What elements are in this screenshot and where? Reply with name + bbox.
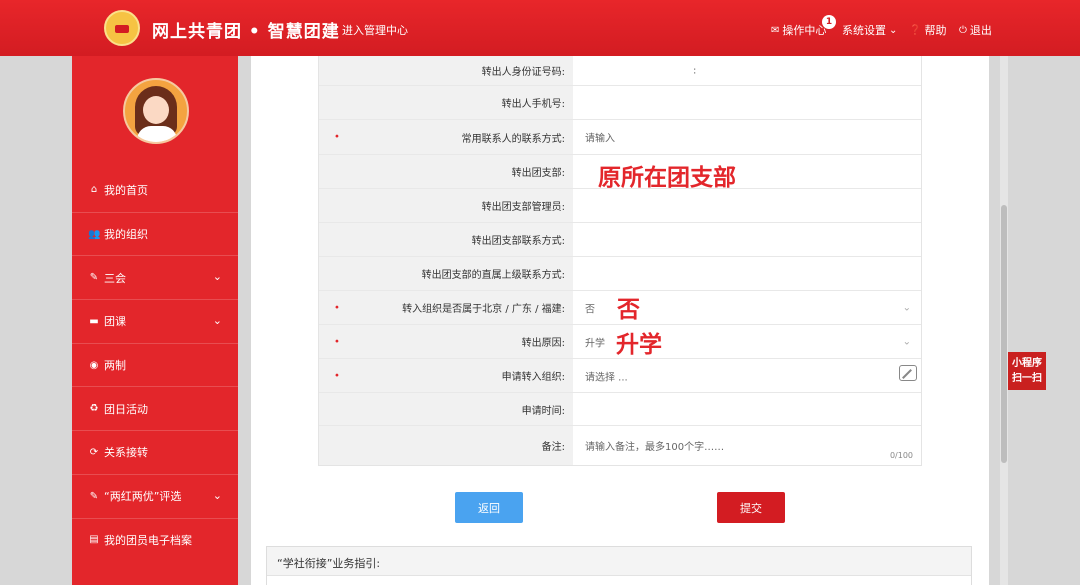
required-marker: • bbox=[334, 336, 340, 347]
circle-icon: ◉ bbox=[89, 359, 99, 371]
field-label: 转入组织是否属于北京 / 广东 / 福建: bbox=[319, 291, 573, 324]
form-row-superior-contact: 转出团支部的直属上级联系方式: bbox=[319, 257, 921, 291]
field-label: 备注: bbox=[319, 426, 573, 465]
back-button[interactable]: 返回 bbox=[455, 492, 523, 523]
mini-program-button[interactable]: 小程序 扫一扫 bbox=[1008, 352, 1046, 390]
sidebar-item-awards[interactable]: ✎ “两红两优”评选 ⌄ bbox=[72, 473, 238, 518]
sidebar-item-home[interactable]: ⌂ 我的首页 bbox=[72, 168, 238, 212]
settings-label: 系统设置 bbox=[842, 24, 886, 37]
form-row-contact: 常用联系人的联系方式: • 请输入 bbox=[319, 120, 921, 155]
users-icon: 👥 bbox=[88, 228, 101, 240]
scrollbar-thumb[interactable] bbox=[1001, 205, 1007, 463]
mini-program-line2: 扫一扫 bbox=[1012, 373, 1042, 384]
form-row-branch-contact: 转出团支部联系方式: bbox=[319, 223, 921, 257]
field-label: 申请转入组织: bbox=[319, 359, 573, 392]
chevron-down-icon: ⌄ bbox=[212, 488, 222, 502]
help-icon: ❓ bbox=[909, 24, 922, 36]
required-marker: • bbox=[334, 370, 340, 381]
field-label: 转出团支部的直属上级联系方式: bbox=[319, 257, 573, 290]
sidebar-item-archive[interactable]: ▤ 我的团员电子档案 bbox=[72, 517, 238, 562]
field-label: 转出原因: bbox=[319, 325, 573, 358]
required-marker: • bbox=[334, 302, 340, 313]
sidebar-item-organization[interactable]: 👥 我的组织 bbox=[72, 211, 238, 256]
transfer-form: 转出人身份证号码: : 转出人手机号: 常用联系人的联系方式: • 请输入 转出… bbox=[318, 56, 922, 466]
sidebar-item-meetings[interactable]: ✎ 三会 ⌄ bbox=[72, 255, 238, 299]
field-label: 转出人身份证号码: bbox=[319, 56, 573, 85]
annotation-reason: 升学 bbox=[616, 332, 662, 358]
sidebar-item-transfer[interactable]: ⟳ 关系接转 bbox=[72, 430, 238, 474]
sidebar-nav: ⌂ 我的首页 👥 我的组织 ✎ 三会 ⌄ ▬ 团课 ⌄ ◉ 两制 ♻ 团日活动 … bbox=[72, 168, 238, 561]
folder-icon: ▬ bbox=[89, 315, 99, 327]
avatar[interactable] bbox=[123, 78, 189, 144]
help-link[interactable]: ❓ 帮助 bbox=[909, 22, 946, 38]
form-row-phone: 转出人手机号: bbox=[319, 86, 921, 120]
field-label: 转出人手机号: bbox=[319, 86, 573, 119]
recycle-icon: ♻ bbox=[89, 403, 99, 415]
field-label: 常用联系人的联系方式: bbox=[319, 120, 573, 154]
sidebar-item-label: 我的团员电子档案 bbox=[104, 533, 192, 547]
sidebar-item-label: 关系接转 bbox=[104, 446, 148, 460]
target-org-select[interactable]: 请选择 ... bbox=[585, 368, 628, 383]
chevron-down-icon: ⌄ bbox=[212, 314, 222, 328]
field-label: 转出团支部联系方式: bbox=[319, 223, 573, 256]
home-icon: ⌂ bbox=[90, 184, 98, 196]
field-label: 转出团支部: bbox=[319, 155, 573, 188]
sidebar-item-label: 我的首页 bbox=[104, 183, 148, 197]
annotation-branch: 原所在团支部 bbox=[598, 165, 736, 191]
top-header: 网上共青团 • 智慧团建 进入管理中心 ✉ 操作中心 1 系统设置 ⌄ ❓ 帮助… bbox=[0, 0, 1080, 56]
edit-icon: ✎ bbox=[89, 490, 99, 502]
form-row-date: 申请时间: bbox=[319, 393, 921, 426]
chevron-down-icon: ⌄ bbox=[212, 270, 222, 284]
remark-counter: 0/100 bbox=[889, 451, 913, 460]
sidebar-item-label: 团日活动 bbox=[104, 402, 148, 416]
power-icon: ⏻ bbox=[959, 24, 967, 36]
sidebar-item-lessons[interactable]: ▬ 团课 ⌄ bbox=[72, 299, 238, 343]
sidebar-item-label: 我的组织 bbox=[104, 228, 148, 242]
field-label: 申请时间: bbox=[319, 393, 573, 425]
chevron-down-icon[interactable]: ⌄ bbox=[903, 302, 911, 313]
refresh-icon: ⟳ bbox=[89, 446, 99, 458]
mail-icon: ✉ bbox=[771, 24, 780, 36]
reason-select[interactable]: 升学 bbox=[585, 334, 605, 349]
sidebar-item-two-systems[interactable]: ◉ 两制 bbox=[72, 342, 238, 387]
field-label: 转出团支部管理员: bbox=[319, 189, 573, 222]
guide-panel: “学社衔接”业务指引: bbox=[266, 546, 972, 585]
sidebar-item-label: 三会 bbox=[104, 271, 126, 285]
form-row-id-number: 转出人身份证号码: : bbox=[319, 56, 921, 86]
sidebar-item-activities[interactable]: ♻ 团日活动 bbox=[72, 386, 238, 430]
logout-label: 退出 bbox=[969, 24, 992, 37]
league-logo bbox=[104, 10, 140, 46]
form-row-target-org: 申请转入组织: • 请选择 ... bbox=[319, 359, 921, 393]
edit-icon[interactable] bbox=[899, 365, 917, 381]
help-label: 帮助 bbox=[924, 24, 947, 37]
guide-title: “学社衔接”业务指引: bbox=[277, 557, 381, 570]
form-row-branch-admin: 转出团支部管理员: bbox=[319, 189, 921, 223]
ops-center-link[interactable]: ✉ 操作中心 bbox=[771, 22, 826, 38]
enter-admin-link[interactable]: 进入管理中心 bbox=[342, 22, 408, 38]
sidebar-item-label: 两制 bbox=[104, 359, 126, 373]
required-marker: • bbox=[334, 131, 340, 143]
remark-textarea[interactable]: 请输入备注，最多100个字…… bbox=[585, 438, 724, 453]
sidebar-item-label: 团课 bbox=[104, 315, 126, 329]
id-number-value: : bbox=[693, 65, 697, 76]
mini-program-line1: 小程序 bbox=[1012, 358, 1042, 369]
sidebar-item-label: “两红两优”评选 bbox=[104, 490, 182, 504]
file-icon: ▤ bbox=[89, 534, 99, 546]
chevron-down-icon: ⌄ bbox=[889, 24, 898, 36]
ops-badge: 1 bbox=[822, 15, 836, 29]
chevron-down-icon[interactable]: ⌄ bbox=[903, 336, 911, 347]
annotation-no: 否 bbox=[617, 297, 640, 323]
form-row-remark: 备注: 请输入备注，最多100个字…… 0/100 bbox=[319, 426, 921, 465]
settings-menu[interactable]: 系统设置 ⌄ bbox=[842, 22, 897, 38]
site-title: 网上共青团 • 智慧团建 bbox=[152, 22, 340, 42]
contact-input[interactable]: 请输入 bbox=[585, 130, 615, 145]
logout-link[interactable]: ⏻ 退出 bbox=[959, 22, 992, 38]
guide-body bbox=[267, 575, 971, 585]
ops-center-label: 操作中心 bbox=[782, 24, 827, 37]
edit-icon: ✎ bbox=[89, 272, 99, 284]
region-select[interactable]: 否 bbox=[585, 300, 595, 315]
submit-button[interactable]: 提交 bbox=[717, 492, 785, 523]
sidebar: ⌂ 我的首页 👥 我的组织 ✎ 三会 ⌄ ▬ 团课 ⌄ ◉ 两制 ♻ 团日活动 … bbox=[72, 56, 238, 585]
main-panel: 转出人身份证号码: : 转出人手机号: 常用联系人的联系方式: • 请输入 转出… bbox=[251, 56, 989, 585]
